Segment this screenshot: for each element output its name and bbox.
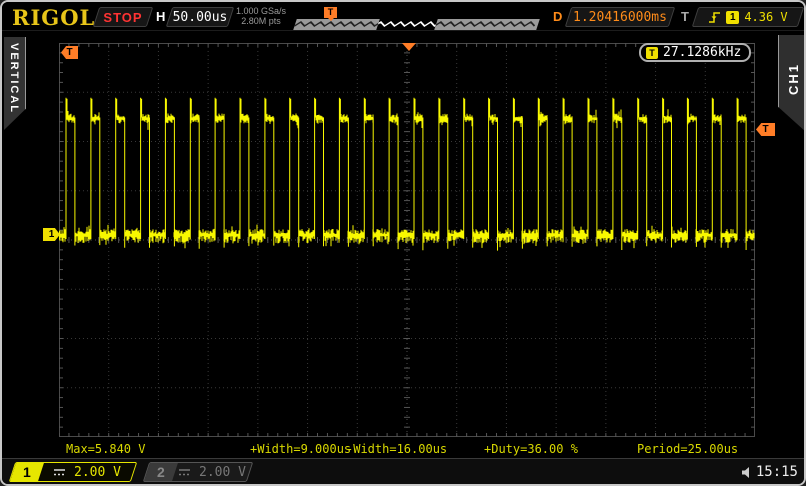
dc-coupling-icon (178, 468, 191, 477)
measurement-pwidth: +Width=9.000us (250, 442, 351, 456)
timebase-panel: 50.00us (166, 7, 234, 27)
trigger-label: T (681, 9, 689, 24)
delay-value: 1.20416000ms (573, 10, 667, 25)
memory-trigger-marker[interactable]: T (324, 7, 337, 18)
counter-value: 27.1286kHz (663, 45, 741, 60)
delay-panel: 1.20416000ms (565, 7, 675, 27)
trigger-level-value: 4.36 V (744, 10, 787, 24)
top-status-bar: RIGOL STOP H 50.00us 1.000 GSa/s 2.80M p… (2, 2, 804, 31)
frequency-counter: T 27.1286kHz (639, 43, 751, 62)
menu-tab-ch1-label: CH1 (786, 63, 801, 95)
trigger-panel: 1 4.36 V (692, 7, 804, 27)
graticule-waveform (59, 43, 755, 437)
bottom-channel-bar: 1 2.00 V 2 2.00 V 15: (2, 458, 804, 486)
counter-source-badge: T (646, 47, 658, 59)
speaker-icon (741, 466, 753, 479)
memory-depth: 2.80M pts (233, 16, 289, 26)
rigol-logo: RIGOL (12, 5, 95, 30)
channel1-scale: 2.00 V (74, 465, 121, 480)
run-status: STOP (103, 10, 142, 25)
channel2-status[interactable]: 2 2.00 V (143, 462, 253, 482)
measurement-nwidth: -Width=16.00us (346, 442, 447, 456)
sample-rate: 1.000 GSa/s (233, 6, 289, 16)
menu-tab-vertical[interactable]: VERTICAL (4, 37, 26, 130)
run-status-panel: STOP (93, 7, 153, 27)
menu-tab-vertical-label: VERTICAL (8, 43, 20, 114)
menu-tab-ch1[interactable]: CH1 (778, 35, 806, 132)
clock-readout: 15:15 (741, 464, 798, 480)
measurement-max: Max=5.840 V (66, 442, 145, 456)
trigger-position-arrow[interactable] (402, 43, 416, 51)
sample-rate-readout: 1.000 GSa/s 2.80M pts (233, 6, 289, 26)
trigger-level-flag[interactable]: T (756, 123, 775, 136)
rising-edge-icon (708, 10, 721, 24)
memory-display-window[interactable] (376, 19, 438, 30)
channel1-ground-flag[interactable]: 1 (43, 228, 60, 241)
trigger-source-badge: 1 (726, 11, 739, 24)
channel1-number: 1 (23, 464, 31, 480)
channel1-status[interactable]: 1 2.00 V (9, 462, 137, 482)
clock-time: 15:15 (756, 464, 798, 480)
oscilloscope-screen: RIGOL STOP H 50.00us 1.000 GSa/s 2.80M p… (0, 0, 806, 486)
dc-coupling-icon (53, 468, 66, 477)
delay-label: D (553, 9, 562, 24)
channel2-scale: 2.00 V (199, 465, 246, 480)
measurement-duty: +Duty=36.00 % (484, 442, 578, 456)
channel2-number: 2 (157, 464, 165, 480)
horizontal-label: H (156, 9, 165, 24)
measurement-period: Period=25.00us (637, 442, 738, 456)
timebase-value: 50.00us (173, 10, 228, 25)
